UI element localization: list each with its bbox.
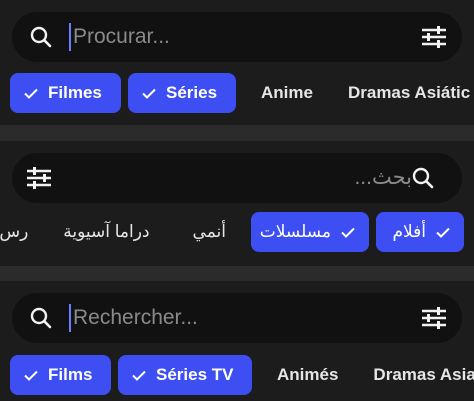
search-input[interactable] [68, 12, 408, 62]
chip-label: Anime [261, 83, 313, 102]
search-panel-portuguese: Filmes Séries Anime Dramas Asiátic [0, 0, 474, 125]
chip-label: Dramas Asia [373, 365, 474, 384]
search-bar[interactable] [12, 12, 462, 62]
chip-label: Séries TV [156, 365, 234, 384]
search-panel-french: Films Séries TV Animés Dramas Asia [0, 281, 474, 401]
chip-musalsalat[interactable]: مسلسلات [251, 212, 369, 252]
chip-drama-asiawiya[interactable]: دراما آسيوية [45, 212, 167, 252]
chip-label: Dramas Asiátic [347, 83, 471, 102]
chip-aflam[interactable]: أفلام [376, 212, 464, 252]
filter-sliders-icon[interactable] [421, 25, 447, 49]
chip-series[interactable]: Séries [128, 73, 236, 113]
chip-anime[interactable]: Anime [243, 73, 331, 113]
check-icon [341, 227, 355, 238]
check-icon [142, 88, 156, 99]
chip-label: Animés [277, 365, 339, 384]
search-icon[interactable] [30, 26, 52, 48]
check-icon [24, 370, 38, 381]
chip-truncated[interactable]: رس [0, 212, 38, 252]
chip-dramas-asiatiques[interactable]: Dramas Asia [363, 355, 474, 395]
category-chips: Films Séries TV Animés Dramas Asia [0, 355, 474, 397]
category-chips: Filmes Séries Anime Dramas Asiátic [0, 73, 474, 115]
category-chips: أفلام مسلسلات أنمي دراما آسيوية رس [0, 212, 474, 254]
chip-anmi[interactable]: أنمي [175, 212, 244, 252]
filter-sliders-icon[interactable] [421, 306, 447, 330]
chip-films[interactable]: Films [10, 355, 111, 395]
chip-label: رس [0, 222, 29, 241]
search-panel-arabic: أفلام مسلسلات أنمي دراما آسيوية رس [0, 141, 474, 266]
check-icon [132, 370, 146, 381]
chip-filmes[interactable]: Filmes [10, 73, 121, 113]
chip-label: دراما آسيوية [63, 222, 150, 241]
chip-label: أفلام [392, 222, 426, 241]
chip-dramas-asiaticos[interactable]: Dramas Asiátic [338, 73, 474, 113]
filter-sliders-icon[interactable] [26, 166, 52, 190]
search-input[interactable] [68, 293, 408, 343]
search-icon[interactable] [412, 167, 434, 189]
chip-label: Séries [166, 83, 218, 102]
chip-series-tv[interactable]: Séries TV [118, 355, 252, 395]
check-icon [436, 227, 450, 238]
check-icon [24, 88, 38, 99]
search-input[interactable] [92, 153, 412, 203]
page: Filmes Séries Anime Dramas Asiátic [0, 0, 474, 401]
chip-animes[interactable]: Animés [259, 355, 356, 395]
chip-label: Films [48, 365, 93, 384]
search-bar[interactable] [12, 293, 462, 343]
chip-label: مسلسلات [259, 222, 331, 241]
chip-label: Filmes [48, 83, 102, 102]
search-bar[interactable] [12, 153, 462, 203]
search-icon[interactable] [30, 307, 52, 329]
chip-label: أنمي [192, 222, 226, 241]
